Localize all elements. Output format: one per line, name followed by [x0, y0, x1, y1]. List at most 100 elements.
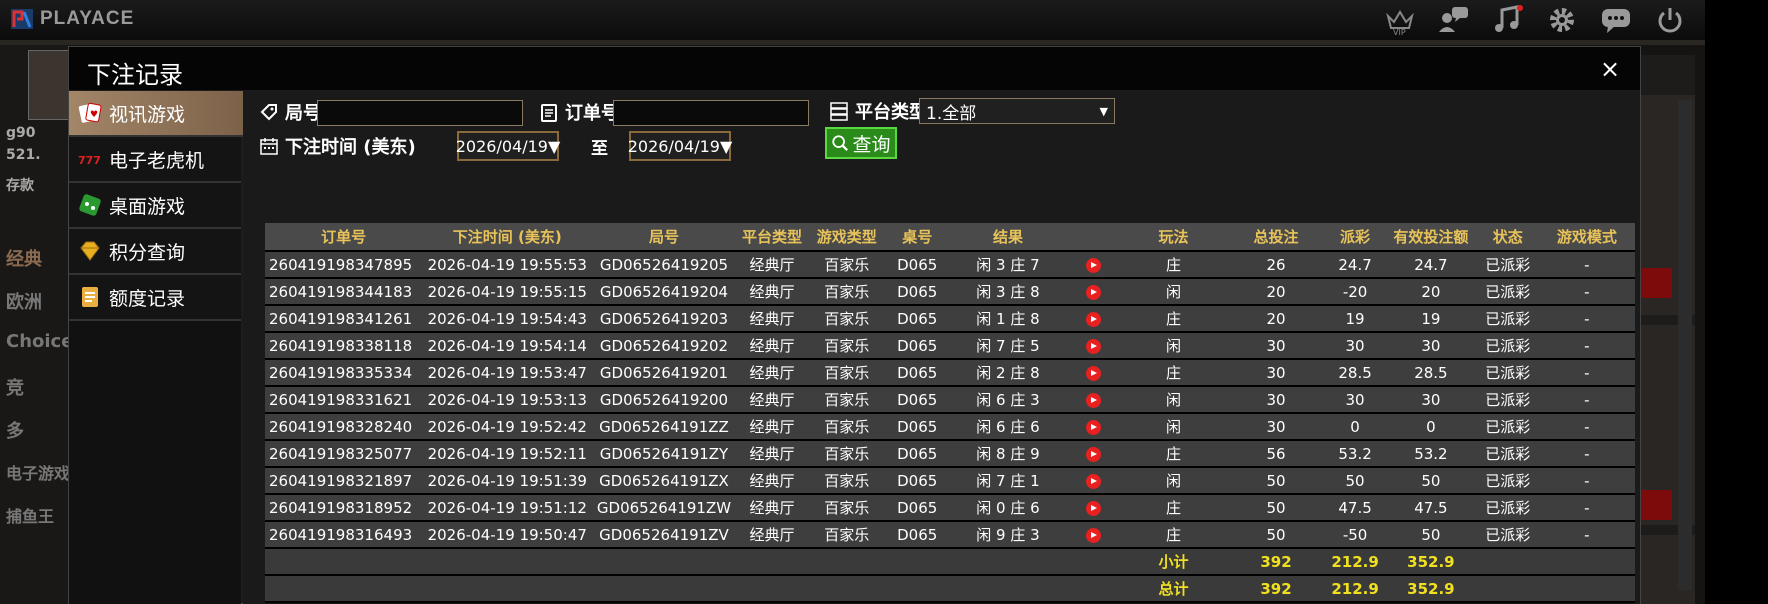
- cell-game-type: 百家乐: [808, 251, 886, 279]
- replay-play-icon[interactable]: [1085, 338, 1101, 354]
- cell-replay[interactable]: [1066, 305, 1121, 333]
- cell-total-bet: 26: [1226, 251, 1326, 279]
- cell-platform: 经典厅: [735, 521, 809, 549]
- replay-play-icon[interactable]: [1085, 473, 1101, 489]
- cell-result: 闲 2 庄 8: [949, 359, 1067, 387]
- summary-spacer: [1476, 548, 1635, 576]
- replay-play-icon[interactable]: [1085, 446, 1101, 462]
- cell-table-no: D065: [885, 305, 950, 333]
- cell-total-bet: 50: [1226, 467, 1326, 495]
- cell-total-bet: 56: [1226, 440, 1326, 468]
- cell-result: 闲 7 庄 1: [949, 467, 1067, 495]
- sidebar-item-table-games[interactable]: 桌面游戏: [69, 183, 241, 229]
- cell-time: 2026-04-19 19:50:47: [422, 521, 593, 549]
- power-icon[interactable]: [1653, 4, 1687, 36]
- header-game-mode: 游戏模式: [1538, 223, 1635, 252]
- cell-replay[interactable]: [1066, 278, 1121, 306]
- table-row: 260419198321897 2026-04-19 19:51:39 GD0652…: [265, 467, 1635, 495]
- music-icon[interactable]: [1491, 4, 1525, 36]
- sidebar-item-points[interactable]: 积分查询: [69, 229, 241, 275]
- header-total-bet: 总投注: [1226, 223, 1326, 252]
- slot-777-icon: 777: [77, 146, 103, 172]
- table-row: 260419198331621 2026-04-19 19:53:13 GD0652…: [265, 386, 1635, 414]
- cell-order: 260419198325077: [265, 440, 423, 468]
- table-row: 260419198318952 2026-04-19 19:51:12 GD0652…: [265, 494, 1635, 522]
- background-menu-item: Choice: [6, 331, 74, 352]
- close-button[interactable]: ×: [1598, 55, 1622, 83]
- cell-replay[interactable]: [1066, 467, 1121, 495]
- replay-play-icon[interactable]: [1085, 284, 1101, 300]
- replay-play-icon[interactable]: [1085, 365, 1101, 381]
- cell-game-mode: -: [1538, 332, 1635, 360]
- cell-replay[interactable]: [1066, 494, 1121, 522]
- cell-replay[interactable]: [1066, 251, 1121, 279]
- vip-crown-icon[interactable]: VIP: [1383, 4, 1417, 36]
- cell-bet-type: 庄: [1120, 440, 1227, 468]
- platform-select[interactable]: 1.全部 ▼: [919, 98, 1115, 124]
- date-to-picker[interactable]: 2026/04/19▼: [628, 131, 732, 161]
- cell-round: GD065264191ZV: [592, 521, 736, 549]
- order-input[interactable]: [613, 100, 809, 126]
- background-scrollbar[interactable]: [1678, 100, 1692, 590]
- cell-round: GD065264191ZX: [592, 467, 736, 495]
- gear-icon[interactable]: [1545, 4, 1579, 36]
- sidebar-item-live-games[interactable]: ♥ 视讯游戏: [69, 91, 255, 137]
- cell-replay[interactable]: [1066, 413, 1121, 441]
- sidebar-item-label: 电子老虎机: [109, 149, 205, 172]
- cell-result: 闲 0 庄 6: [949, 494, 1067, 522]
- query-label: 查询: [852, 133, 891, 156]
- date-from-picker[interactable]: 2026/04/19▼: [456, 131, 560, 161]
- cell-bet-type: 闲: [1120, 332, 1227, 360]
- sidebar-item-credit-record[interactable]: 额度记录: [69, 275, 241, 321]
- cell-bet-type: 闲: [1120, 467, 1227, 495]
- platform-label: 平台类型: [855, 102, 927, 123]
- cell-bet-type: 庄: [1120, 494, 1227, 522]
- cell-time: 2026-04-19 19:55:15: [422, 278, 593, 306]
- background-menu-item: 经典: [6, 249, 42, 270]
- order-label: 订单号: [565, 103, 619, 124]
- replay-play-icon[interactable]: [1085, 527, 1101, 543]
- cell-round: GD06526419202: [592, 332, 736, 360]
- header-payout: 派彩: [1325, 223, 1385, 252]
- document-icon: [77, 284, 103, 310]
- cell-status: 已派彩: [1476, 305, 1539, 333]
- cell-platform: 经典厅: [735, 359, 809, 387]
- replay-play-icon[interactable]: [1085, 257, 1101, 273]
- cell-table-no: D065: [885, 413, 950, 441]
- cell-replay[interactable]: [1066, 359, 1121, 387]
- cell-valid-bet: 50: [1384, 521, 1477, 549]
- cell-round: GD065264191ZY: [592, 440, 736, 468]
- replay-play-icon[interactable]: [1085, 392, 1101, 408]
- replay-play-icon[interactable]: [1085, 311, 1101, 327]
- sidebar-item-label: 视讯游戏: [109, 103, 186, 126]
- query-button[interactable]: 查询: [825, 127, 897, 159]
- message-icon[interactable]: [1599, 4, 1633, 36]
- cell-status: 已派彩: [1476, 386, 1539, 414]
- cell-total-bet: 30: [1226, 332, 1326, 360]
- cell-replay[interactable]: [1066, 521, 1121, 549]
- replay-play-icon[interactable]: [1085, 500, 1101, 516]
- grandtotal-row: 总计 392 212.9 352.9: [265, 575, 1635, 603]
- cell-status: 已派彩: [1476, 440, 1539, 468]
- server-icon: [830, 102, 848, 121]
- chat-people-icon[interactable]: [1437, 4, 1471, 36]
- sidebar-item-slots[interactable]: 777 电子老虎机: [69, 137, 241, 183]
- cell-game-mode: -: [1538, 359, 1635, 387]
- cell-replay[interactable]: [1066, 332, 1121, 360]
- round-input[interactable]: [317, 100, 523, 126]
- table-header-row: 订单号 下注时间 (美东) 局号 平台类型 游戏类型 桌号 结果 玩法 总投注 …: [265, 223, 1635, 252]
- cell-game-type: 百家乐: [808, 278, 886, 306]
- cell-replay[interactable]: [1066, 440, 1121, 468]
- cell-result: 闲 6 庄 6: [949, 413, 1067, 441]
- replay-play-icon[interactable]: [1085, 419, 1101, 435]
- cell-valid-bet: 53.2: [1384, 440, 1477, 468]
- cell-replay[interactable]: [1066, 386, 1121, 414]
- cell-result: 闲 9 庄 3: [949, 521, 1067, 549]
- summary-spacer: [1476, 575, 1635, 603]
- background-red-tag: [1640, 268, 1672, 298]
- cell-bet-type: 庄: [1120, 521, 1227, 549]
- cell-status: 已派彩: [1476, 251, 1539, 279]
- table-row: 260419198335334 2026-04-19 19:53:47 GD0652…: [265, 359, 1635, 387]
- platform-filter-label: 平台类型: [829, 98, 927, 124]
- background-left-panel: g90 521. 存款 经典 欧洲 Choice 竞 多 电子游戏 捕鱼王: [0, 45, 74, 604]
